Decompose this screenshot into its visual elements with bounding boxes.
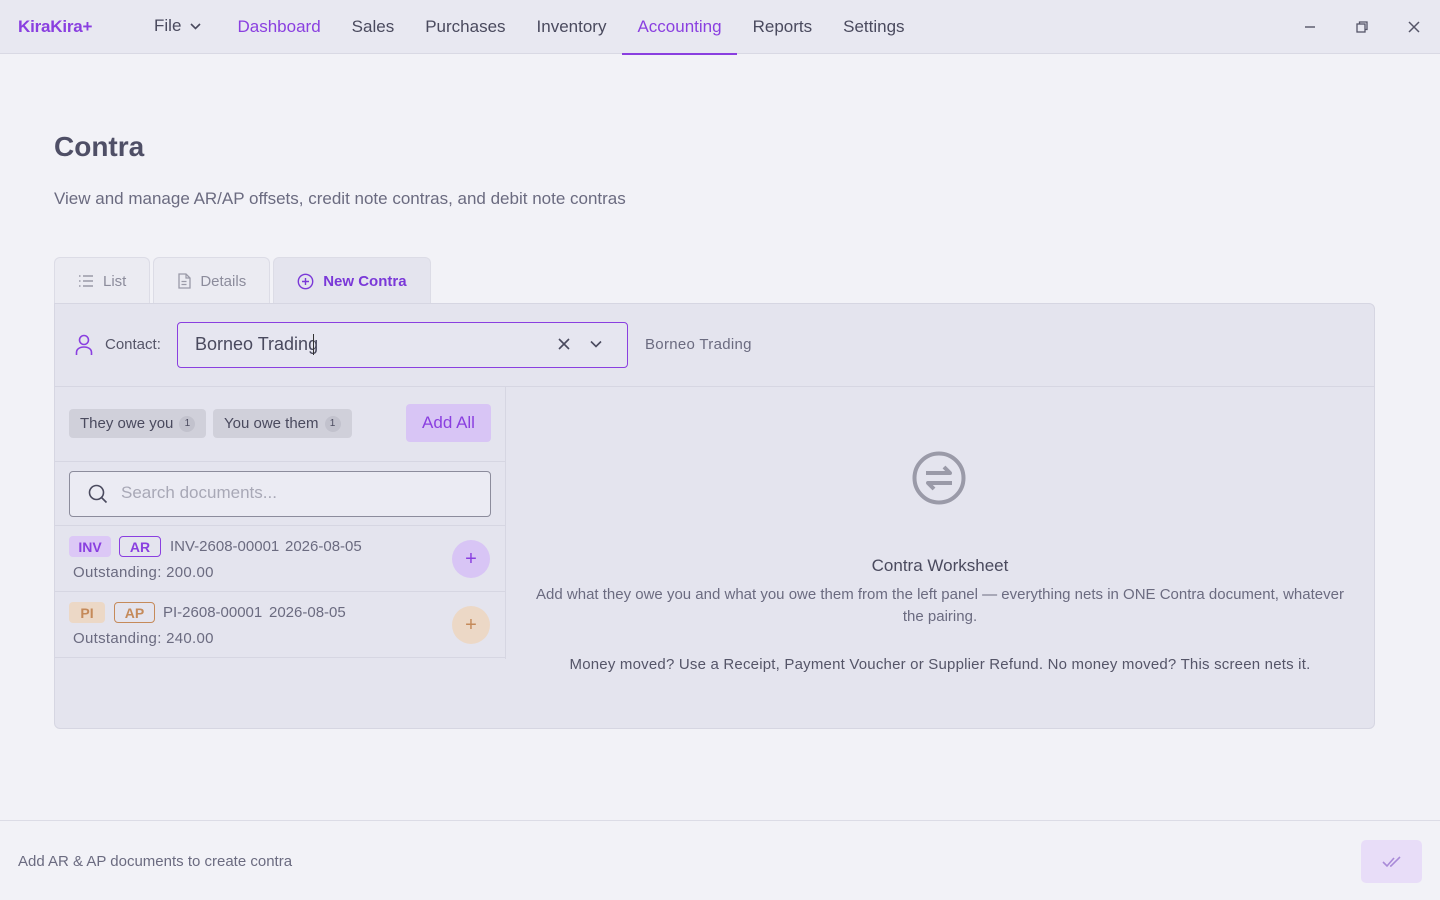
main-nav: Dashboard Sales Purchases Inventory Acco… <box>222 0 920 55</box>
contact-select[interactable]: Borneo Trading <box>177 322 628 368</box>
filter-you-owe-them[interactable]: You owe them 1 <box>213 409 352 438</box>
contact-row: Contact: Borneo Trading Borneo Trading <box>55 304 1374 387</box>
nav-sales[interactable]: Sales <box>336 0 410 54</box>
search-row: Search documents... <box>55 462 505 526</box>
documents-panel: They owe you 1 You owe them 1 Add All Se… <box>55 387 506 659</box>
tab-new-contra[interactable]: New Contra <box>273 257 431 304</box>
text-caret <box>313 334 314 355</box>
new-contra-panel: Contact: Borneo Trading Borneo Trading T… <box>54 303 1375 729</box>
minimize-button[interactable] <box>1297 14 1323 40</box>
nav-reports[interactable]: Reports <box>737 0 828 54</box>
doc-side-badge: AR <box>119 536 161 557</box>
tab-list[interactable]: List <box>54 257 151 304</box>
tab-new-contra-label: New Contra <box>323 272 407 290</box>
doc-type-badge: INV <box>69 536 111 557</box>
minimize-icon <box>1305 26 1315 28</box>
page-subtitle: View and manage AR/AP offsets, credit no… <box>54 189 626 208</box>
doc-number: PI-2608-00001 <box>163 604 263 621</box>
add-all-button[interactable]: Add All <box>406 404 491 442</box>
clear-icon[interactable] <box>557 337 571 351</box>
worksheet-note: Money moved? Use a Receipt, Payment Vouc… <box>569 656 1311 673</box>
tab-bar: List Details New Contra <box>54 257 434 304</box>
plus-icon: + <box>465 613 477 636</box>
nav-dashboard[interactable]: Dashboard <box>222 0 336 54</box>
tab-details-label: Details <box>200 272 247 290</box>
add-document-button[interactable]: + <box>452 606 490 644</box>
doc-outstanding: Outstanding: 240.00 <box>73 630 214 647</box>
double-check-icon <box>1381 855 1401 867</box>
tab-details[interactable]: Details <box>153 257 271 304</box>
doc-type-badge: PI <box>69 602 105 623</box>
close-icon <box>1408 21 1420 33</box>
nav-settings[interactable]: Settings <box>828 0 920 54</box>
worksheet-title: Contra Worksheet <box>871 556 1009 575</box>
top-bar: KiraKira+ File Dashboard Sales Purchases… <box>0 0 1440 55</box>
restore-button[interactable] <box>1349 14 1375 40</box>
contact-input[interactable]: Borneo Trading <box>195 323 318 366</box>
filter-they-owe-you[interactable]: They owe you 1 <box>69 409 207 438</box>
user-icon <box>75 334 93 355</box>
file-menu-label: File <box>154 16 182 35</box>
filter-they-owe-you-label: They owe you <box>80 415 174 432</box>
chevron-down-icon[interactable] <box>589 338 603 350</box>
footer-status: Add AR & AP documents to create contra <box>18 853 293 870</box>
search-icon <box>88 484 108 504</box>
doc-side-badge: AP <box>114 602 155 623</box>
worksheet-description: Add what they owe you and what you owe t… <box>536 586 1344 625</box>
restore-icon <box>1356 21 1368 33</box>
count-badge: 1 <box>324 415 341 432</box>
search-placeholder: Search documents... <box>121 483 277 502</box>
selected-contact-name: Borneo Trading <box>645 336 752 353</box>
document-icon <box>178 273 191 289</box>
app-logo: KiraKira+ <box>18 17 93 36</box>
footer-bar: Add AR & AP documents to create contra <box>0 820 1440 900</box>
doc-outstanding: Outstanding: 200.00 <box>73 564 214 581</box>
chevron-down-icon <box>190 22 201 30</box>
close-window-button[interactable] <box>1401 14 1427 40</box>
plus-icon: + <box>465 547 477 570</box>
create-contra-button[interactable] <box>1361 840 1422 883</box>
filter-you-owe-them-label: You owe them <box>224 415 319 432</box>
doc-date: 2026-08-05 <box>285 538 362 555</box>
document-row: PI AP PI-2608-00001 2026-08-05 Outstandi… <box>55 592 505 658</box>
search-input[interactable]: Search documents... <box>69 471 491 517</box>
nav-inventory[interactable]: Inventory <box>521 0 622 54</box>
page-title: Contra <box>54 131 145 162</box>
plus-circle-icon <box>297 273 314 289</box>
filter-row: They owe you 1 You owe them 1 Add All <box>55 387 505 462</box>
contact-label: Contact: <box>105 336 161 353</box>
tab-list-label: List <box>103 272 127 290</box>
file-menu[interactable]: File <box>154 16 201 36</box>
document-row: INV AR INV-2608-00001 2026-08-05 Outstan… <box>55 526 505 592</box>
nav-purchases[interactable]: Purchases <box>410 0 521 54</box>
add-document-button[interactable]: + <box>452 540 490 578</box>
nav-accounting[interactable]: Accounting <box>621 0 738 55</box>
doc-date: 2026-08-05 <box>269 604 346 621</box>
count-badge: 1 <box>179 415 196 432</box>
swap-icon <box>912 451 966 505</box>
list-icon <box>79 275 93 287</box>
doc-number: INV-2608-00001 <box>170 538 280 555</box>
